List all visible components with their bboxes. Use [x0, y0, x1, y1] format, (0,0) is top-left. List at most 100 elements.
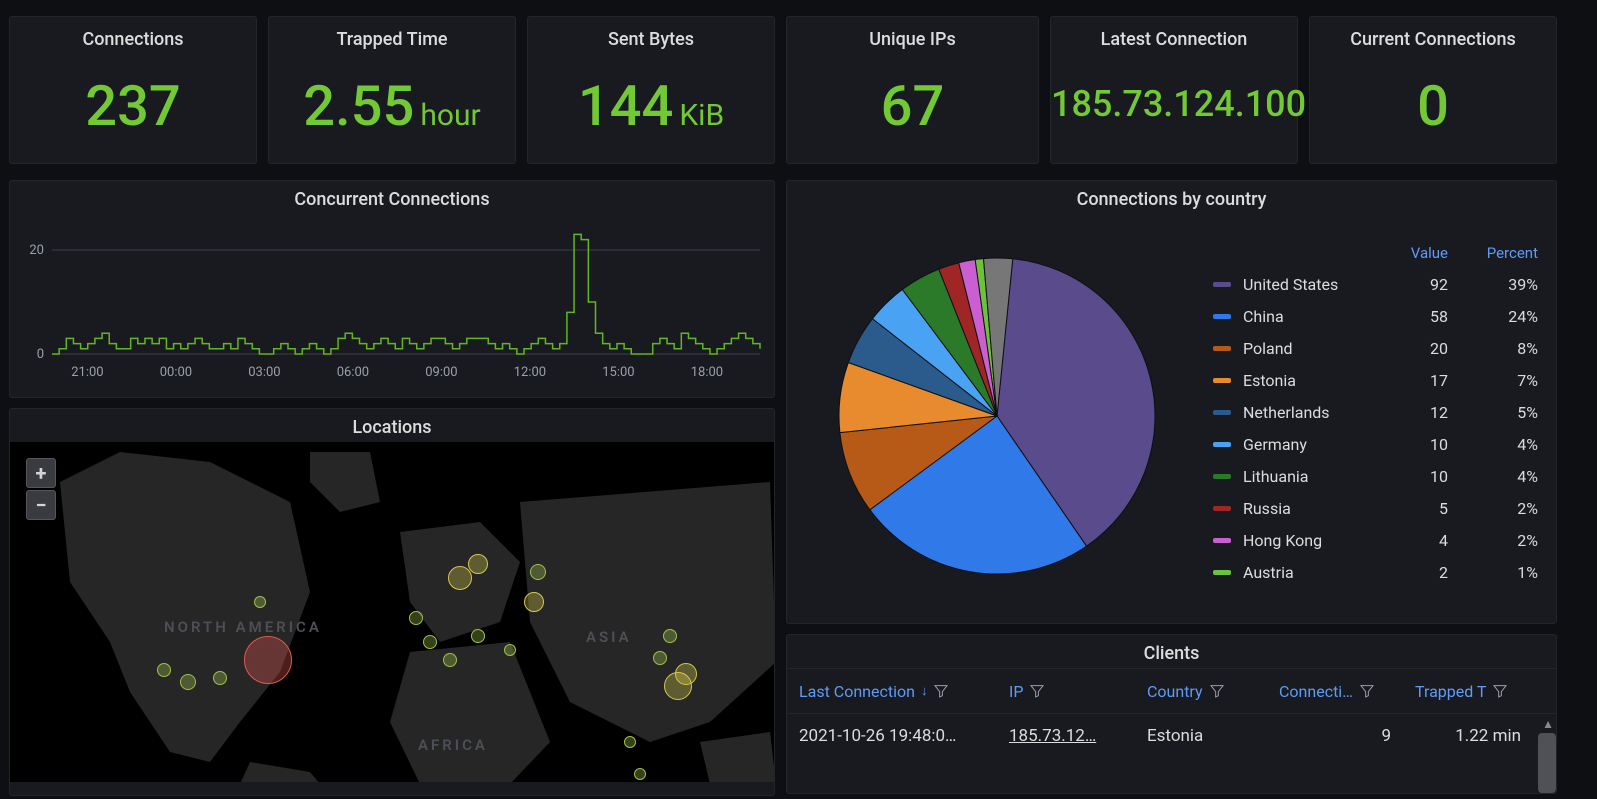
filter-icon[interactable]	[1359, 683, 1375, 699]
legend-header-percent[interactable]: Percent	[1448, 244, 1538, 262]
stat-sent-bytes[interactable]: Sent Bytes 144KiB	[527, 16, 775, 164]
svg-text:0: 0	[37, 347, 44, 362]
pie-chart	[837, 244, 1157, 588]
cell-ip[interactable]: 185.73.12…	[997, 726, 1135, 746]
column-label: Connecti…	[1279, 682, 1353, 701]
map-bubble[interactable]	[524, 592, 544, 612]
column-header-trapped-time[interactable]: Trapped T	[1403, 682, 1533, 701]
svg-text:09:00: 09:00	[425, 365, 457, 380]
stat-latest-connection[interactable]: Latest Connection 185.73.124.100	[1050, 16, 1298, 164]
map-bubble[interactable]	[409, 611, 423, 625]
map-bubble[interactable]	[663, 629, 677, 643]
legend-value: 20	[1378, 339, 1448, 358]
stat-value: 144KiB	[528, 50, 774, 134]
svg-text:18:00: 18:00	[691, 365, 723, 380]
column-label: IP	[1009, 682, 1023, 701]
map-bubble[interactable]	[624, 736, 636, 748]
legend-percent: 2%	[1448, 531, 1538, 550]
map-bubble[interactable]	[423, 635, 437, 649]
stat-title: Trapped Time	[269, 17, 515, 50]
legend-row[interactable]: Russia52%	[1213, 492, 1538, 524]
panel-locations[interactable]: Locations + − NORTH AMERICA AFRICA ASIA	[9, 408, 775, 796]
filter-icon[interactable]	[1029, 683, 1045, 699]
cell-connections: 9	[1267, 726, 1403, 746]
stat-trapped-time[interactable]: Trapped Time 2.55hour	[268, 16, 516, 164]
legend-row[interactable]: Poland208%	[1213, 332, 1538, 364]
column-header-ip[interactable]: IP	[997, 682, 1135, 701]
stat-title: Latest Connection	[1051, 17, 1297, 50]
map-bubble[interactable]	[254, 596, 266, 608]
stat-number: 237	[85, 73, 180, 139]
panel-title: Locations	[10, 409, 774, 442]
column-label: Trapped T	[1415, 682, 1486, 701]
filter-icon[interactable]	[1492, 683, 1508, 699]
legend-percent: 1%	[1448, 563, 1538, 582]
map-bubble[interactable]	[213, 671, 227, 685]
panel-title: Connections by country	[787, 181, 1556, 214]
svg-text:15:00: 15:00	[602, 365, 634, 380]
stat-connections[interactable]: Connections 237	[9, 16, 257, 164]
panel-title: Clients	[787, 635, 1556, 668]
map-bubble[interactable]	[468, 554, 488, 574]
map-bubble[interactable]	[653, 651, 667, 665]
legend-row[interactable]: Netherlands125%	[1213, 396, 1538, 428]
legend-row[interactable]: Estonia177%	[1213, 364, 1538, 396]
legend-row[interactable]: United States9239%	[1213, 268, 1538, 300]
panel-concurrent-connections[interactable]: Concurrent Connections 02021:0000:0003:0…	[9, 180, 775, 398]
stat-number: 67	[881, 73, 945, 139]
legend-percent: 24%	[1448, 307, 1538, 326]
legend-country: Estonia	[1243, 371, 1378, 390]
legend-country: Hong Kong	[1243, 531, 1378, 550]
zoom-in-button[interactable]: +	[26, 458, 56, 488]
pie-legend: Value Percent United States9239%China582…	[1213, 244, 1538, 588]
legend-row[interactable]: Germany104%	[1213, 428, 1538, 460]
filter-icon[interactable]	[1209, 683, 1225, 699]
map-bubble[interactable]	[443, 653, 457, 667]
legend-country: Austria	[1243, 563, 1378, 582]
legend-value: 12	[1378, 403, 1448, 422]
legend-value: 2	[1378, 563, 1448, 582]
column-header-connections[interactable]: Connecti…	[1267, 682, 1403, 701]
map-bubble[interactable]	[244, 636, 292, 684]
column-header-last-connection[interactable]: Last Connection ↓	[787, 682, 997, 701]
table-header-row: Last Connection ↓ IP Country Connecti… T…	[787, 668, 1556, 714]
legend-percent: 4%	[1448, 467, 1538, 486]
map-bubble[interactable]	[180, 674, 196, 690]
table-row[interactable]: 2021-10-26 19:48:0…185.73.12…Estonia91.2…	[787, 714, 1556, 758]
stat-number: 185.73.124.100	[1051, 83, 1306, 125]
legend-row[interactable]: Lithuania104%	[1213, 460, 1538, 492]
legend-swatch	[1213, 346, 1231, 351]
panel-connections-by-country[interactable]: Connections by country Value Percent Uni…	[786, 180, 1557, 624]
legend-row[interactable]: Austria21%	[1213, 556, 1538, 588]
column-header-country[interactable]: Country	[1135, 682, 1267, 701]
stat-number: 2.55	[303, 73, 414, 139]
stat-value: 67	[787, 50, 1038, 134]
legend-country: Germany	[1243, 435, 1378, 454]
scrollbar-thumb[interactable]	[1538, 733, 1556, 793]
legend-country: China	[1243, 307, 1378, 326]
legend-percent: 5%	[1448, 403, 1538, 422]
filter-icon[interactable]	[933, 683, 949, 699]
map-bubble[interactable]	[530, 564, 546, 580]
svg-text:06:00: 06:00	[337, 365, 369, 380]
map-bubble[interactable]	[504, 644, 516, 656]
stat-current-connections[interactable]: Current Connections 0	[1309, 16, 1557, 164]
legend-country: Lithuania	[1243, 467, 1378, 486]
zoom-out-button[interactable]: −	[26, 490, 56, 520]
map-bubble[interactable]	[471, 629, 485, 643]
map-bubble[interactable]	[675, 663, 697, 685]
legend-country: Netherlands	[1243, 403, 1378, 422]
legend-header-value[interactable]: Value	[1378, 244, 1448, 262]
column-label: Last Connection	[799, 682, 915, 701]
world-map[interactable]: + − NORTH AMERICA AFRICA ASIA	[10, 442, 774, 782]
map-bubble[interactable]	[634, 768, 646, 780]
legend-row[interactable]: Hong Kong42%	[1213, 524, 1538, 556]
panel-clients[interactable]: Clients Last Connection ↓ IP Country Con…	[786, 634, 1557, 794]
map-bubble[interactable]	[448, 566, 472, 590]
cell-country: Estonia	[1135, 726, 1267, 746]
svg-text:21:00: 21:00	[71, 365, 103, 380]
legend-row[interactable]: China5824%	[1213, 300, 1538, 332]
legend-value: 17	[1378, 371, 1448, 390]
stat-unique-ips[interactable]: Unique IPs 67	[786, 16, 1039, 164]
map-bubble[interactable]	[157, 663, 171, 677]
